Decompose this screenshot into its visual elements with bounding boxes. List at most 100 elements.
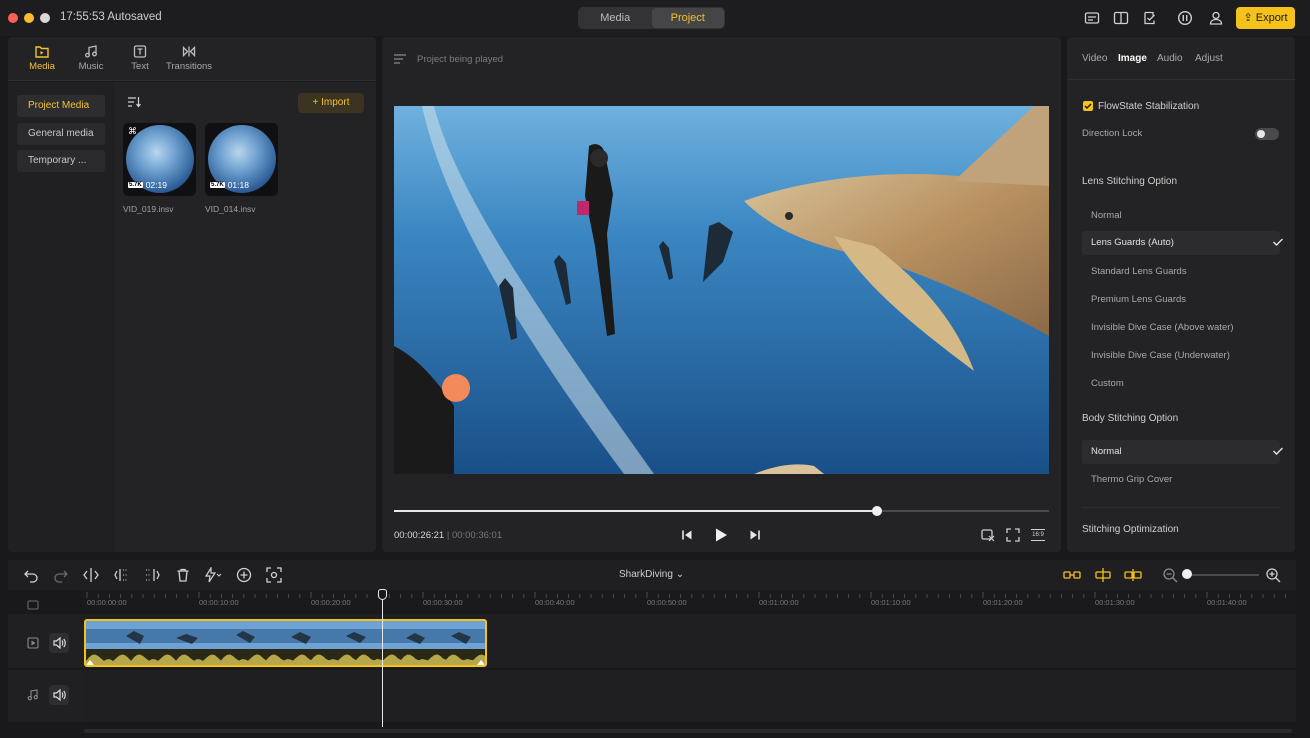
split-icon[interactable] bbox=[83, 567, 99, 583]
undo-icon[interactable] bbox=[23, 567, 39, 583]
checkmark-icon bbox=[1273, 238, 1283, 246]
layout-icon[interactable] bbox=[1113, 10, 1129, 26]
playback-progress bbox=[394, 510, 877, 512]
snap-icon[interactable] bbox=[1094, 567, 1112, 583]
edit-checklist-icon[interactable] bbox=[1142, 10, 1158, 26]
redo-icon[interactable] bbox=[53, 567, 69, 583]
underwater-scene bbox=[394, 106, 1049, 474]
tab-project-mode[interactable]: Project bbox=[651, 8, 724, 28]
media-thumbnail[interactable]: ⌘ 5.7K 02:19 bbox=[123, 123, 196, 196]
lens-option-selected[interactable]: Lens Guards (Auto) bbox=[1082, 231, 1283, 255]
tab-text-label: Text bbox=[131, 61, 149, 72]
audio-track-header bbox=[8, 670, 83, 722]
clip-trim-handle-left[interactable] bbox=[86, 660, 94, 665]
audio-track-mute-button[interactable] bbox=[49, 685, 69, 705]
play-icon[interactable] bbox=[714, 527, 728, 543]
nav-temporary[interactable]: Temporary ... bbox=[17, 150, 105, 172]
scrubber-handle[interactable] bbox=[871, 506, 882, 516]
snapshot-icon[interactable] bbox=[981, 528, 995, 542]
video-track-header bbox=[8, 614, 83, 668]
add-keyframe-icon[interactable] bbox=[236, 567, 252, 583]
trim-start-icon[interactable] bbox=[114, 567, 130, 583]
lens-option[interactable]: Custom bbox=[1091, 378, 1124, 389]
timeline-playhead[interactable] bbox=[382, 592, 383, 727]
media-filename: VID_014.insv bbox=[205, 204, 256, 214]
tab-audio[interactable]: Audio bbox=[1157, 53, 1183, 64]
tab-adjust[interactable]: Adjust bbox=[1195, 53, 1223, 64]
zoom-in-icon[interactable] bbox=[1265, 567, 1281, 583]
video-clip[interactable] bbox=[84, 619, 487, 667]
total-time: 00:00:36:01 bbox=[451, 530, 503, 541]
checkmark-icon bbox=[1273, 447, 1283, 455]
lens-option[interactable]: Invisible Dive Case (Underwater) bbox=[1091, 350, 1230, 361]
tracking-icon[interactable] bbox=[266, 567, 282, 583]
lens-option[interactable]: Normal bbox=[1091, 210, 1122, 221]
import-button[interactable]: + Import bbox=[298, 93, 364, 113]
video-track-mute-button[interactable] bbox=[49, 633, 69, 653]
timeline-horizontal-scrollbar[interactable] bbox=[84, 729, 1292, 733]
magnet-icon[interactable] bbox=[1124, 567, 1142, 583]
tab-video[interactable]: Video bbox=[1082, 53, 1107, 64]
stitching-optimization-heading: Stitching Optimization bbox=[1082, 524, 1179, 535]
tab-media[interactable]: Media bbox=[18, 45, 66, 72]
flowstate-checkbox[interactable] bbox=[1083, 101, 1093, 111]
project-name-dropdown[interactable]: SharkDiving ⌄ bbox=[619, 569, 684, 580]
delete-icon[interactable] bbox=[175, 567, 191, 583]
account-icon[interactable] bbox=[1208, 10, 1224, 26]
ruler-label: 00:01:10:00 bbox=[871, 598, 911, 607]
nav-project-media[interactable]: Project Media bbox=[17, 95, 105, 117]
export-button[interactable]: ⇪ Export bbox=[1236, 7, 1295, 29]
tab-transitions[interactable]: Transitions bbox=[165, 45, 213, 72]
link-clips-icon[interactable] bbox=[1063, 567, 1081, 583]
tab-image[interactable]: Image bbox=[1118, 53, 1147, 64]
speed-icon[interactable] bbox=[203, 567, 223, 583]
tab-media-mode[interactable]: Media bbox=[579, 8, 652, 28]
media-source-nav: Project Media General media Temporary ..… bbox=[8, 82, 114, 552]
zoom-out-icon[interactable] bbox=[1162, 567, 1178, 583]
fullscreen-icon[interactable] bbox=[1006, 528, 1020, 542]
track-options-icon[interactable] bbox=[27, 600, 39, 610]
preview-header: Project being played bbox=[417, 54, 504, 65]
lens-option[interactable]: Standard Lens Guards bbox=[1091, 266, 1187, 277]
ruler-label: 00:01:40:00 bbox=[1207, 598, 1247, 607]
close-window-button[interactable] bbox=[8, 13, 18, 23]
previous-frame-icon[interactable] bbox=[681, 529, 693, 541]
media-badge: 5.7K 01:18 bbox=[210, 180, 249, 190]
ruler-label: 00:01:20:00 bbox=[983, 598, 1023, 607]
ruler-label: 00:00:50:00 bbox=[647, 598, 687, 607]
body-option-label: Normal bbox=[1091, 446, 1122, 457]
timeline-ruler[interactable]: 00:00:00:00 00:00:10:00 00:00:20:00 00:0… bbox=[83, 590, 1296, 612]
minimize-window-button[interactable] bbox=[24, 13, 34, 23]
playback-scrubber[interactable] bbox=[394, 506, 1049, 516]
menu-icon[interactable] bbox=[394, 54, 406, 64]
music-track-icon bbox=[27, 689, 38, 701]
text-icon bbox=[133, 45, 147, 58]
subtitle-icon[interactable] bbox=[1084, 10, 1100, 26]
media-thumbnail[interactable]: 5.7K 01:18 bbox=[205, 123, 278, 196]
next-frame-icon[interactable] bbox=[749, 529, 761, 541]
zoom-window-button[interactable] bbox=[40, 13, 50, 23]
trim-end-icon[interactable] bbox=[144, 567, 160, 583]
lens-option[interactable]: Premium Lens Guards bbox=[1091, 294, 1186, 305]
zoom-slider[interactable] bbox=[1185, 574, 1259, 576]
direction-lock-toggle[interactable] bbox=[1255, 128, 1279, 140]
tab-text[interactable]: Text bbox=[116, 45, 164, 72]
lens-option-label: Lens Guards (Auto) bbox=[1091, 237, 1174, 248]
clip-trim-handle-right[interactable] bbox=[477, 660, 485, 665]
lens-option[interactable]: Invisible Dive Case (Above water) bbox=[1091, 322, 1234, 333]
body-option[interactable]: Thermo Grip Cover bbox=[1091, 474, 1172, 485]
ai-icon[interactable] bbox=[1177, 10, 1193, 26]
speaker-icon bbox=[53, 688, 66, 702]
sort-icon[interactable] bbox=[127, 96, 141, 108]
body-option-selected[interactable]: Normal bbox=[1082, 440, 1283, 464]
zoom-slider-handle[interactable] bbox=[1182, 569, 1192, 579]
aspect-ratio-button[interactable]: 16:9 bbox=[1031, 529, 1045, 541]
tab-music[interactable]: Music bbox=[67, 45, 115, 72]
video-preview[interactable] bbox=[394, 106, 1049, 474]
import-label: Import bbox=[321, 97, 350, 108]
transitions-icon bbox=[182, 45, 196, 58]
duration-label: 02:19 bbox=[145, 180, 167, 190]
nav-general-media[interactable]: General media bbox=[17, 123, 105, 145]
mode-switch: Media Project bbox=[578, 7, 725, 29]
playhead-handle[interactable] bbox=[378, 589, 387, 600]
